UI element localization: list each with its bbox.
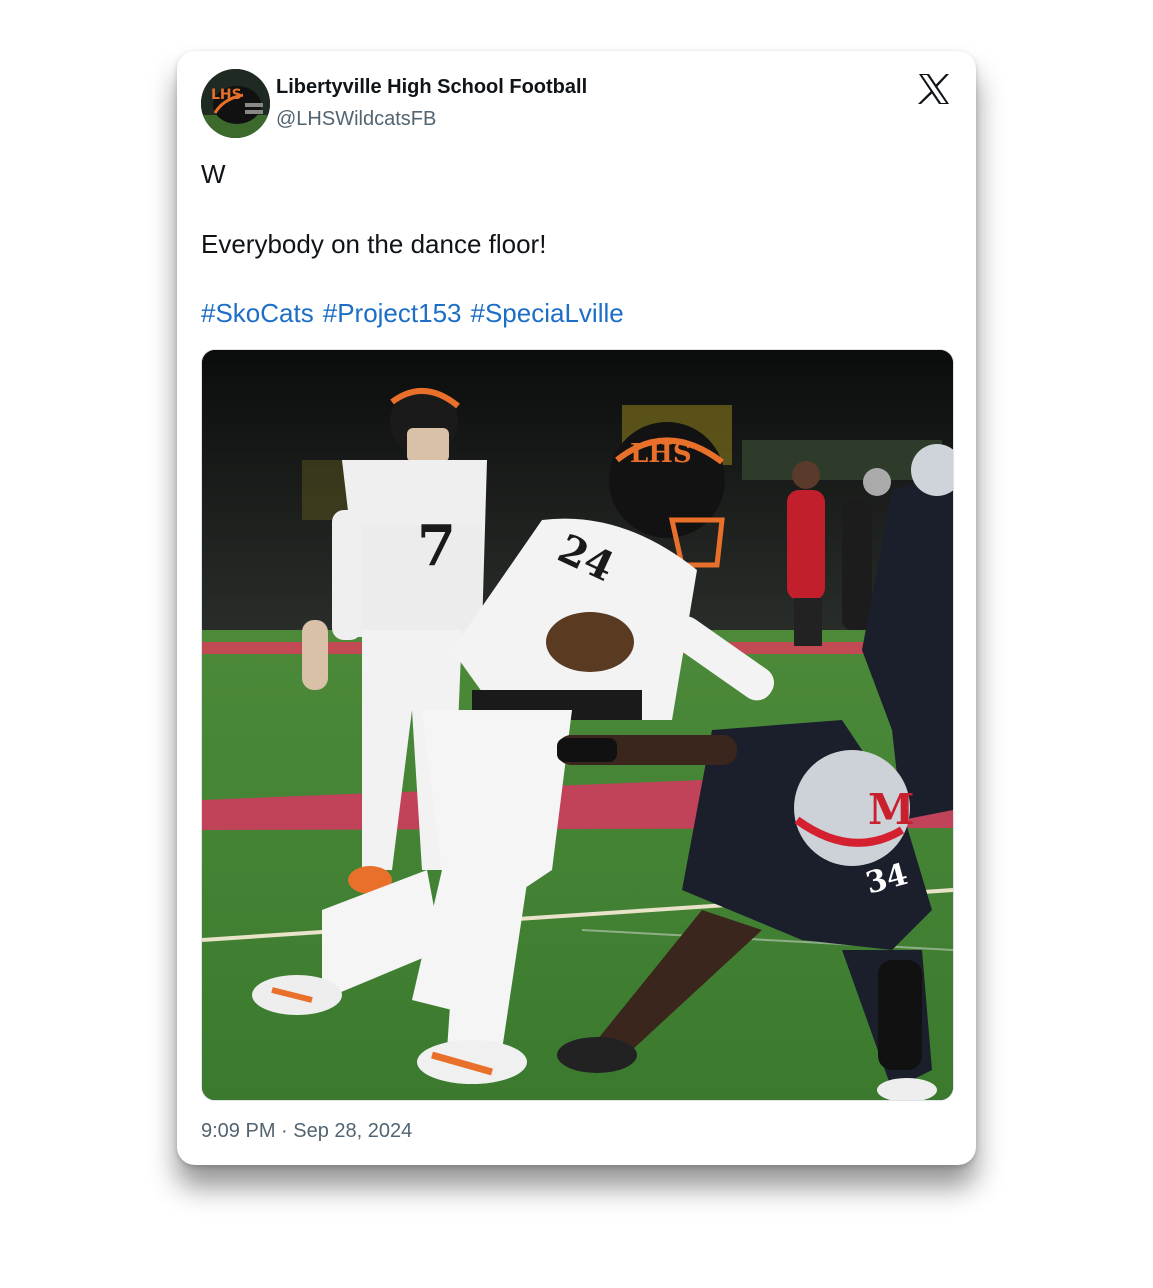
avatar-logo-text: LHS	[211, 87, 242, 103]
author-name[interactable]: Libertyville High School Football	[276, 76, 587, 99]
helmet-logo-text: LHS	[630, 439, 692, 469]
avatar[interactable]: LHS	[201, 69, 270, 138]
tweet-timestamp: 9:09 PM · Sep 28, 2024	[201, 1120, 412, 1143]
hashtag-list: #SkoCats #Project153 #SpeciaLville	[201, 298, 633, 329]
x-logo-icon[interactable]	[917, 73, 951, 105]
hashtag-link[interactable]: #Project153	[323, 298, 462, 328]
tweet-date[interactable]: Sep 28, 2024	[293, 1120, 412, 1142]
opponent-helmet-letter: M	[868, 785, 915, 834]
timestamp-separator: ·	[281, 1120, 288, 1142]
tweet-text-line: Everybody on the dance floor!	[201, 229, 547, 259]
tweet-card: LHS Libertyville High School Football @L…	[177, 51, 976, 1165]
hashtag-link[interactable]: #SpeciaLville	[471, 298, 624, 328]
jersey-number: 7	[417, 513, 456, 579]
tweet-time[interactable]: 9:09 PM	[201, 1120, 275, 1142]
tweet-photo[interactable]: 7 LHS 24 M 34	[201, 349, 954, 1101]
author-handle[interactable]: @LHSWildcatsFB	[276, 108, 436, 131]
hashtag-link[interactable]: #SkoCats	[201, 298, 314, 328]
football-game-photo: 7 LHS 24 M 34	[202, 350, 953, 1100]
tweet-text-line: W	[201, 159, 226, 189]
helmet-logo-icon: LHS	[201, 69, 270, 138]
